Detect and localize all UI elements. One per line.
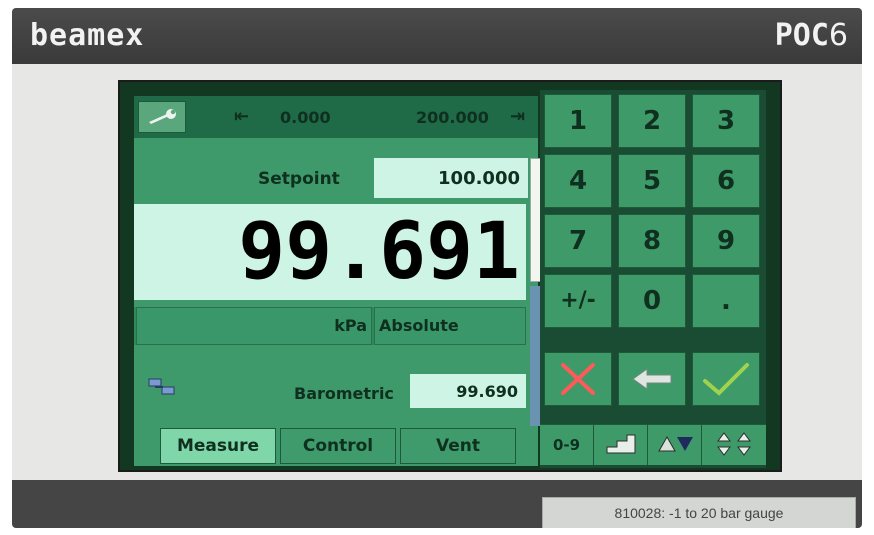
up-down-arrow-icon	[657, 435, 693, 452]
key-3[interactable]: 3	[692, 94, 760, 148]
cancel-button[interactable]	[544, 352, 612, 406]
key-6[interactable]: 6	[692, 154, 760, 208]
key-5[interactable]: 5	[618, 154, 686, 208]
cancel-icon	[561, 363, 595, 395]
units-row: kPa Absolute	[134, 307, 526, 345]
tab-vent[interactable]: Vent	[400, 428, 516, 464]
mode-sort-button[interactable]	[702, 425, 766, 465]
device-top-bar: beamex POC6	[12, 8, 862, 64]
range-min-icon: ⇤	[234, 106, 250, 127]
setpoint-field[interactable]: 100.000	[374, 158, 528, 198]
range-bar: ⇤ 0.000 200.000 ⇥	[134, 96, 538, 138]
model-prefix: POC	[774, 18, 829, 53]
mode-numeric-button[interactable]: 0-9	[540, 425, 594, 465]
model-logo: POC6	[775, 18, 848, 53]
key-decimal[interactable]: .	[692, 274, 760, 328]
setpoint-label: Setpoint	[258, 169, 340, 189]
mode-arrows-button[interactable]	[648, 425, 702, 465]
tool-button[interactable]	[138, 101, 186, 133]
calibrator-device: beamex POC6 810028: -1 to 20 bar gauge ⇤…	[12, 8, 862, 528]
barometric-field[interactable]: 99.690	[410, 374, 526, 408]
touch-screen: ⇤ 0.000 200.000 ⇥ Setpoint 100.000 99.69…	[118, 80, 782, 472]
model-suffix: 6	[828, 18, 848, 53]
range-min-value: 0.000	[280, 108, 331, 127]
brand-logo: beamex	[30, 18, 145, 53]
confirm-button[interactable]	[692, 352, 760, 406]
unit-label[interactable]: kPa	[136, 307, 372, 345]
barometric-label: Barometric	[294, 384, 394, 403]
device-info-label: 810028: -1 to 20 bar gauge	[542, 497, 856, 528]
range-max-icon: ⇥	[510, 106, 526, 127]
key-9[interactable]: 9	[692, 214, 760, 268]
barometer-icon	[148, 378, 175, 395]
key-1[interactable]: 1	[544, 94, 612, 148]
tab-measure[interactable]: Measure	[160, 428, 276, 464]
confirm-check-icon	[703, 363, 749, 396]
key-7[interactable]: 7	[544, 214, 612, 268]
backspace-button[interactable]	[618, 352, 686, 406]
key-4[interactable]: 4	[544, 154, 612, 208]
step-icon	[606, 434, 635, 454]
key-8[interactable]: 8	[618, 214, 686, 268]
key-0[interactable]: 0	[618, 274, 686, 328]
backspace-arrow-icon	[632, 368, 672, 390]
key-2[interactable]: 2	[618, 94, 686, 148]
tab-control[interactable]: Control	[280, 428, 396, 464]
pressure-reading: 99.691	[134, 204, 526, 300]
keypad-panel: 1 2 3 4 5 6 7 8 9 +/- 0 . 0-9	[540, 90, 766, 468]
wrench-icon	[149, 109, 176, 124]
mode-bar: 0-9	[540, 424, 766, 465]
range-max-value: 200.000	[416, 108, 489, 127]
sort-icon	[717, 432, 751, 456]
measurement-panel: ⇤ 0.000 200.000 ⇥ Setpoint 100.000 99.69…	[134, 96, 542, 466]
scrollbar-track[interactable]	[530, 286, 540, 426]
pressure-type-label[interactable]: Absolute	[374, 307, 526, 345]
key-plus-minus[interactable]: +/-	[544, 274, 612, 328]
mode-step-button[interactable]	[594, 425, 648, 465]
